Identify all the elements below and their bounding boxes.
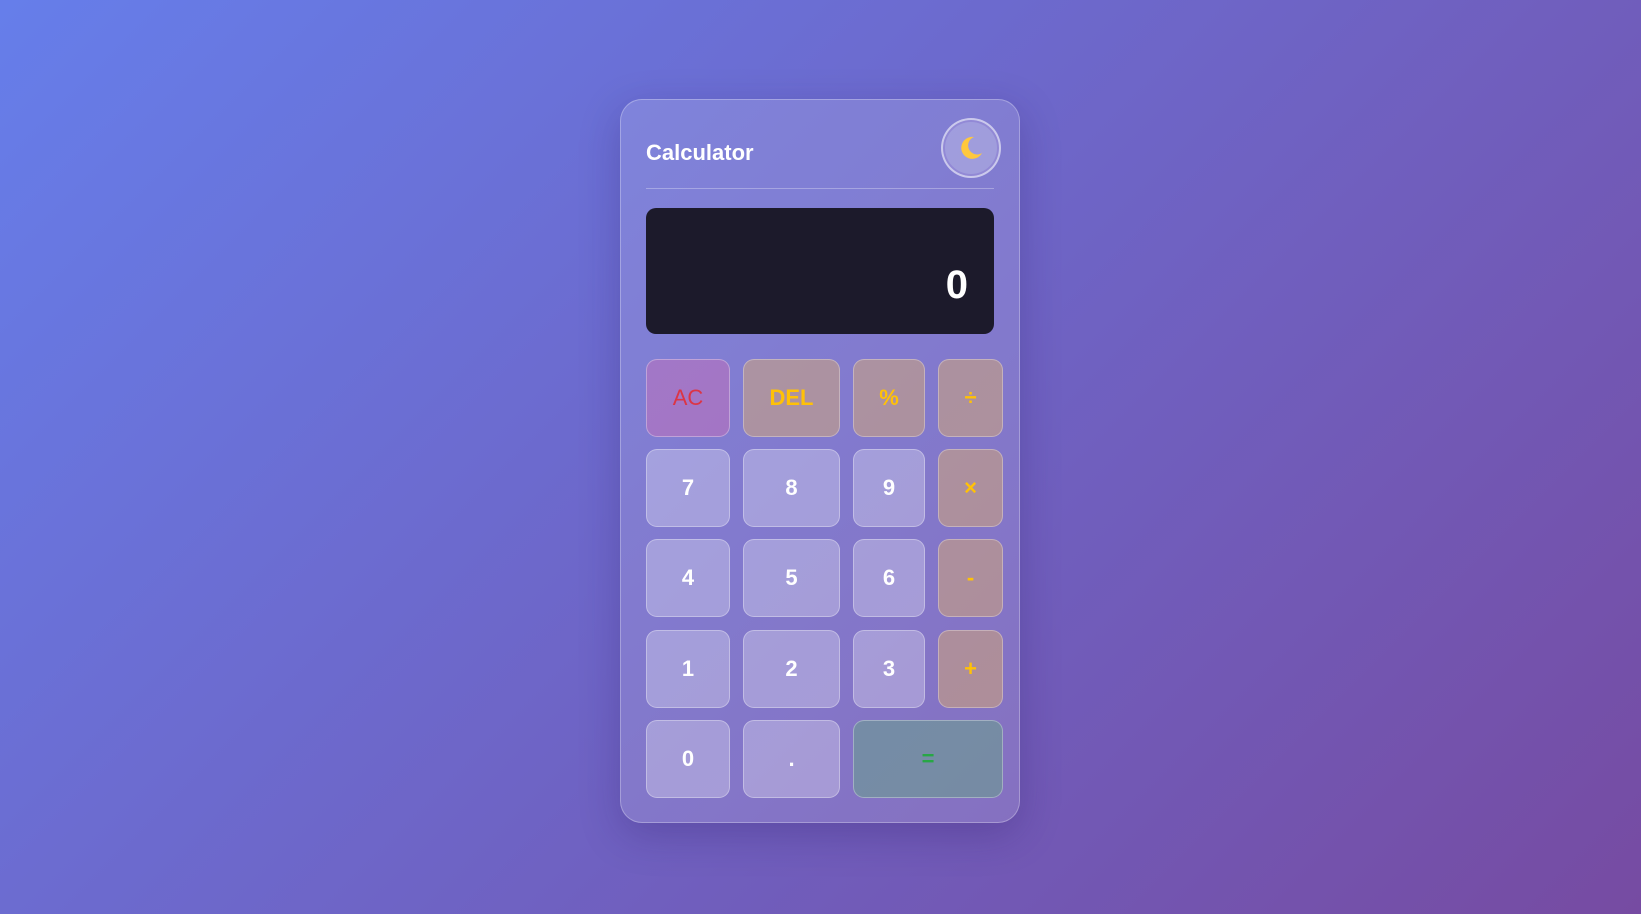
multiply-button[interactable]: × bbox=[938, 449, 1003, 527]
delete-button[interactable]: DEL bbox=[743, 359, 840, 437]
digit-5-button[interactable]: 5 bbox=[743, 539, 840, 617]
digit-3-button[interactable]: 3 bbox=[853, 630, 925, 708]
digit-1-button[interactable]: 1 bbox=[646, 630, 730, 708]
moon-icon bbox=[961, 136, 982, 159]
digit-8-button[interactable]: 8 bbox=[743, 449, 840, 527]
equals-button[interactable]: = bbox=[853, 720, 1003, 798]
digit-9-button[interactable]: 9 bbox=[853, 449, 925, 527]
calculator-header: Calculator bbox=[646, 118, 1001, 189]
digit-2-button[interactable]: 2 bbox=[743, 630, 840, 708]
digit-0-button[interactable]: 0 bbox=[646, 720, 730, 798]
divide-button[interactable]: ÷ bbox=[938, 359, 1003, 437]
decimal-button[interactable]: . bbox=[743, 720, 840, 798]
display-current-value: 0 bbox=[945, 263, 968, 307]
add-button[interactable]: + bbox=[938, 630, 1003, 708]
digit-6-button[interactable]: 6 bbox=[853, 539, 925, 617]
subtract-button[interactable]: - bbox=[938, 539, 1003, 617]
digit-7-button[interactable]: 7 bbox=[646, 449, 730, 527]
calculator-display: 0 bbox=[646, 208, 994, 334]
app-title: Calculator bbox=[646, 140, 754, 165]
all-clear-button[interactable]: AC bbox=[646, 359, 730, 437]
theme-toggle-button[interactable] bbox=[941, 118, 1001, 178]
percent-button[interactable]: % bbox=[853, 359, 925, 437]
digit-4-button[interactable]: 4 bbox=[646, 539, 730, 617]
calculator-panel: Calculator 0 AC DEL % ÷ 7 8 9 × 4 5 6 - … bbox=[620, 99, 1020, 823]
